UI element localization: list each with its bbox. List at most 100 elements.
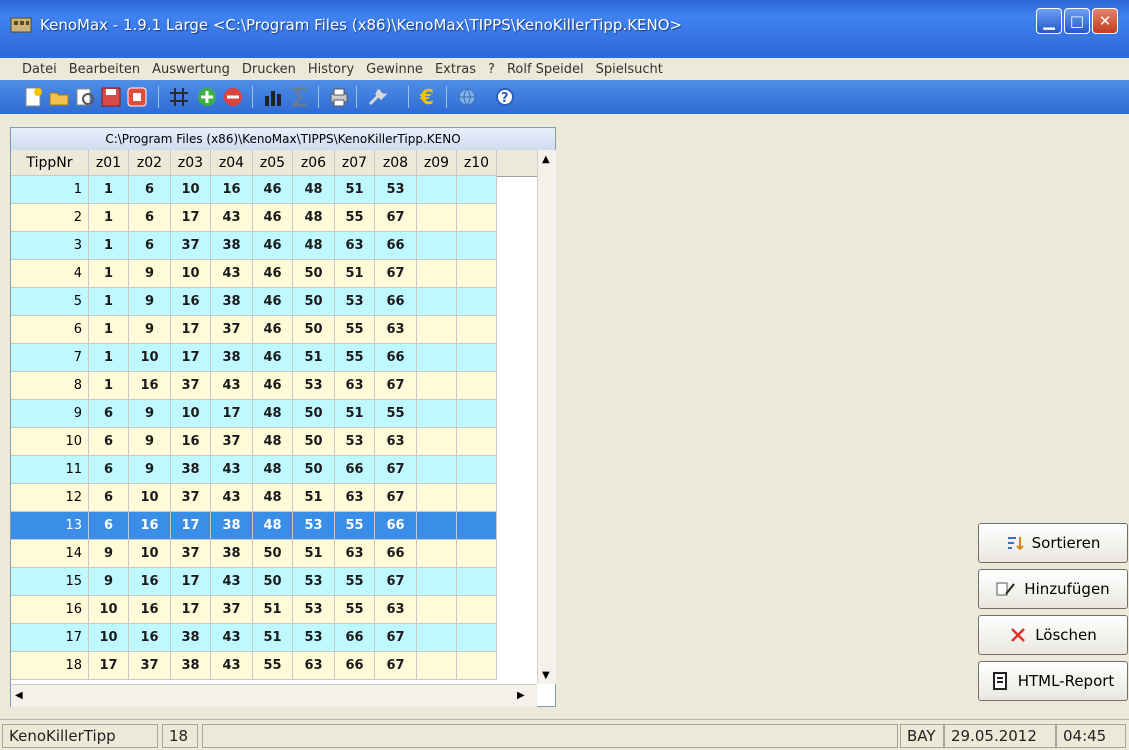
number-cell[interactable]: 16 <box>171 288 211 316</box>
row-number-cell[interactable]: 5 <box>11 288 89 316</box>
number-cell[interactable]: 50 <box>293 428 335 456</box>
number-cell[interactable]: 9 <box>129 288 171 316</box>
number-cell[interactable]: 10 <box>171 400 211 428</box>
number-cell[interactable]: 55 <box>335 596 375 624</box>
number-cell[interactable]: 1 <box>89 316 129 344</box>
number-cell[interactable] <box>457 288 497 316</box>
number-cell[interactable]: 38 <box>171 624 211 652</box>
printer-icon[interactable] <box>328 86 350 108</box>
number-cell[interactable]: 38 <box>211 540 253 568</box>
number-cell[interactable]: 17 <box>171 512 211 540</box>
number-cell[interactable]: 17 <box>171 344 211 372</box>
row-number-cell[interactable]: 12 <box>11 484 89 512</box>
column-header-z08[interactable]: z08 <box>375 150 417 176</box>
row-number-cell[interactable]: 17 <box>11 624 89 652</box>
number-cell[interactable]: 63 <box>375 428 417 456</box>
number-cell[interactable]: 1 <box>89 260 129 288</box>
number-cell[interactable]: 17 <box>171 568 211 596</box>
number-cell[interactable] <box>457 344 497 372</box>
row-number-cell[interactable]: 3 <box>11 232 89 260</box>
number-cell[interactable]: 67 <box>375 204 417 232</box>
number-cell[interactable] <box>417 512 457 540</box>
sum-icon[interactable] <box>290 86 312 108</box>
column-header-z06[interactable]: z06 <box>293 150 335 176</box>
number-cell[interactable]: 6 <box>89 484 129 512</box>
number-cell[interactable] <box>457 456 497 484</box>
number-cell[interactable]: 53 <box>375 176 417 204</box>
number-cell[interactable] <box>417 596 457 624</box>
number-cell[interactable]: 38 <box>211 232 253 260</box>
number-cell[interactable]: 48 <box>293 204 335 232</box>
menu-spielsucht[interactable]: Spielsucht <box>590 62 669 77</box>
number-cell[interactable]: 9 <box>129 456 171 484</box>
close-button[interactable]: ✕ <box>1092 8 1118 34</box>
row-number-cell[interactable]: 7 <box>11 344 89 372</box>
number-cell[interactable]: 17 <box>171 204 211 232</box>
table-row[interactable]: 12 6 10 37 43 48 51 63 67 <box>11 484 497 512</box>
table-row[interactable]: 18 17 37 38 43 55 63 66 67 <box>11 652 497 680</box>
number-cell[interactable] <box>417 428 457 456</box>
number-cell[interactable]: 46 <box>253 288 293 316</box>
add-button[interactable]: Hinzufügen <box>978 569 1128 609</box>
number-cell[interactable]: 51 <box>293 540 335 568</box>
number-cell[interactable]: 37 <box>211 596 253 624</box>
stop-icon[interactable] <box>126 86 148 108</box>
number-cell[interactable]: 48 <box>253 484 293 512</box>
number-cell[interactable]: 67 <box>375 260 417 288</box>
table-row[interactable]: 16 10 16 17 37 51 53 55 63 <box>11 596 497 624</box>
number-cell[interactable]: 63 <box>335 232 375 260</box>
number-cell[interactable]: 16 <box>129 596 171 624</box>
number-cell[interactable] <box>417 232 457 260</box>
menu-gewinne[interactable]: Gewinne <box>360 62 429 77</box>
number-cell[interactable]: 51 <box>335 260 375 288</box>
scroll-left-icon[interactable]: ◀ <box>15 690 23 701</box>
number-cell[interactable]: 1 <box>89 232 129 260</box>
number-cell[interactable] <box>457 512 497 540</box>
number-cell[interactable]: 9 <box>129 316 171 344</box>
number-cell[interactable]: 38 <box>211 288 253 316</box>
table-row[interactable]: 14 9 10 37 38 50 51 63 66 <box>11 540 497 568</box>
number-cell[interactable]: 43 <box>211 260 253 288</box>
number-cell[interactable]: 43 <box>211 204 253 232</box>
number-cell[interactable]: 1 <box>89 176 129 204</box>
number-cell[interactable]: 6 <box>89 456 129 484</box>
number-cell[interactable]: 9 <box>129 260 171 288</box>
row-number-cell[interactable]: 16 <box>11 596 89 624</box>
number-cell[interactable] <box>417 204 457 232</box>
menu-auswertung[interactable]: Auswertung <box>146 62 236 77</box>
table-row[interactable]: 1 1 6 10 16 46 48 51 53 <box>11 176 497 204</box>
row-number-cell[interactable]: 9 <box>11 400 89 428</box>
number-cell[interactable]: 55 <box>253 652 293 680</box>
number-cell[interactable]: 53 <box>335 288 375 316</box>
number-cell[interactable]: 55 <box>335 344 375 372</box>
number-cell[interactable]: 43 <box>211 372 253 400</box>
number-cell[interactable]: 50 <box>293 316 335 344</box>
number-cell[interactable]: 50 <box>293 400 335 428</box>
number-cell[interactable]: 53 <box>335 428 375 456</box>
number-cell[interactable]: 55 <box>375 400 417 428</box>
number-cell[interactable]: 9 <box>89 540 129 568</box>
table-row[interactable]: 5 1 9 16 38 46 50 53 66 <box>11 288 497 316</box>
number-cell[interactable] <box>457 428 497 456</box>
number-cell[interactable]: 46 <box>253 372 293 400</box>
number-cell[interactable]: 16 <box>171 428 211 456</box>
number-cell[interactable]: 6 <box>129 204 171 232</box>
number-cell[interactable]: 63 <box>375 316 417 344</box>
number-cell[interactable]: 67 <box>375 652 417 680</box>
column-header-z03[interactable]: z03 <box>171 150 211 176</box>
menu-drucken[interactable]: Drucken <box>236 62 302 77</box>
number-cell[interactable]: 1 <box>89 288 129 316</box>
add-icon[interactable] <box>196 86 218 108</box>
menu-extras[interactable]: Extras <box>429 62 482 77</box>
scroll-down-icon[interactable]: ▼ <box>542 670 550 681</box>
column-header-z09[interactable]: z09 <box>417 150 457 176</box>
chart-icon[interactable] <box>262 86 284 108</box>
table-row[interactable]: 8 1 16 37 43 46 53 63 67 <box>11 372 497 400</box>
number-cell[interactable]: 37 <box>211 428 253 456</box>
number-cell[interactable]: 17 <box>211 400 253 428</box>
number-cell[interactable]: 16 <box>129 372 171 400</box>
vertical-scrollbar[interactable]: ▲ ▼ <box>537 150 556 684</box>
number-cell[interactable]: 63 <box>375 596 417 624</box>
row-number-cell[interactable]: 15 <box>11 568 89 596</box>
number-cell[interactable] <box>457 400 497 428</box>
